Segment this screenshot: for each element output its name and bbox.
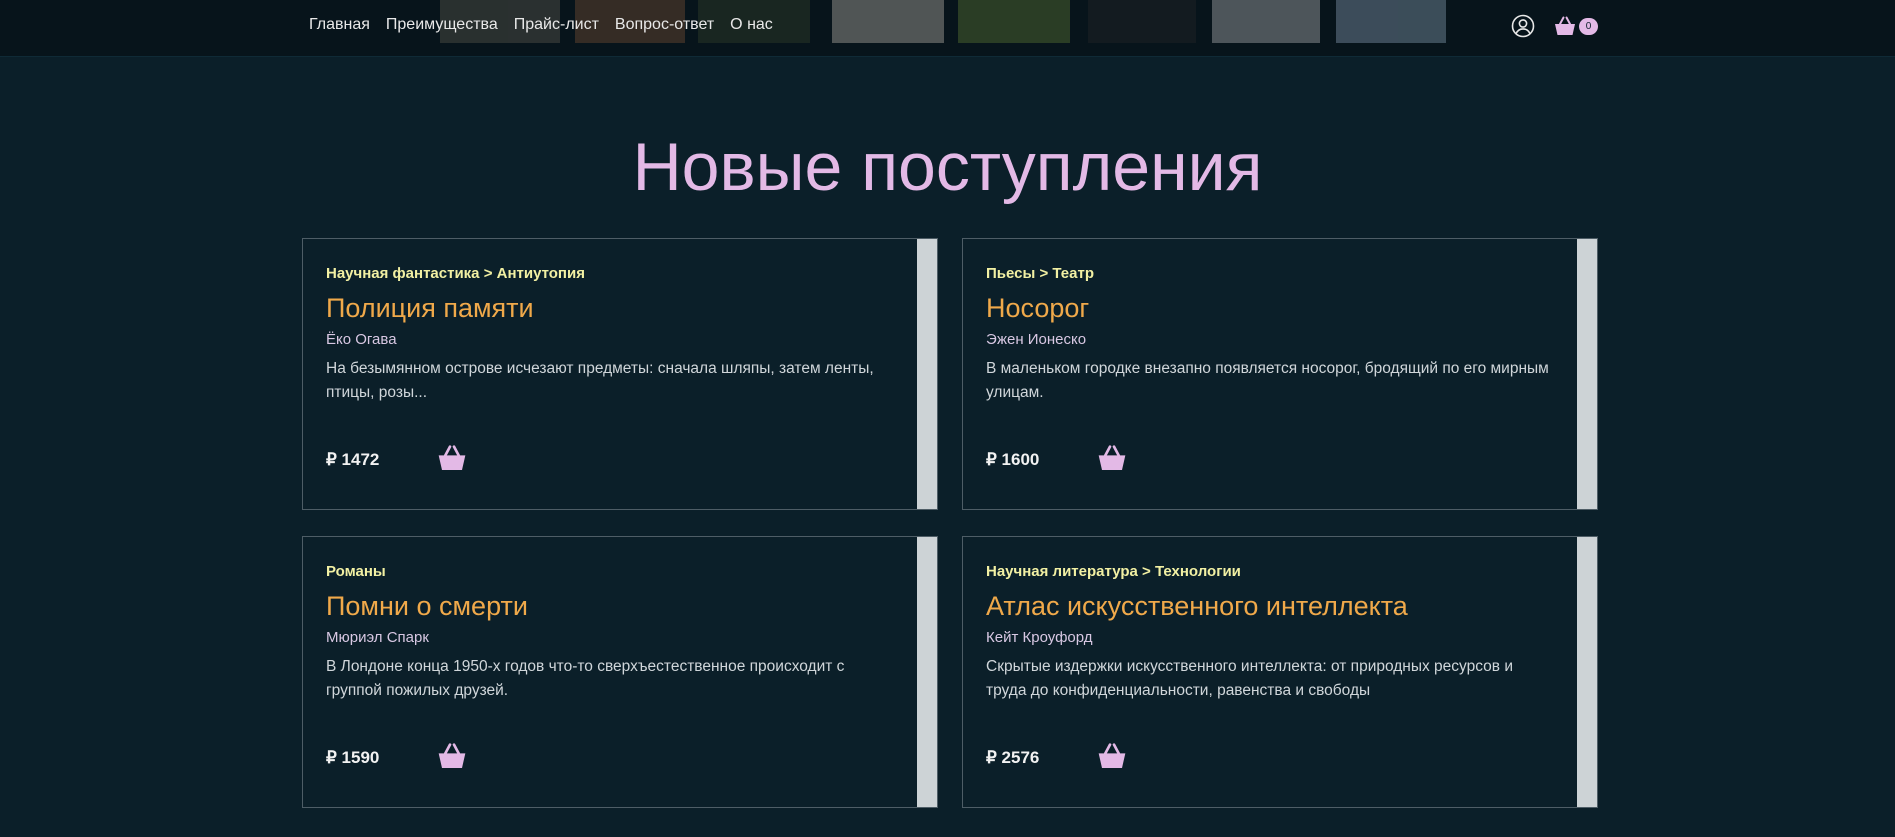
book-description: На безымянном острове исчезают предметы:… — [326, 360, 874, 401]
book-author: Ёко Огава — [326, 331, 397, 348]
nav-item-advantages[interactable]: Преимущества — [386, 16, 498, 34]
book-cover-thumbnail — [1212, 0, 1320, 43]
basket-icon — [438, 445, 466, 470]
cart-count-badge: 0 — [1579, 18, 1598, 35]
basket-icon — [438, 743, 466, 768]
basket-icon — [1555, 16, 1575, 35]
book-author: Эжен Ионеско — [986, 331, 1087, 348]
add-to-cart-button[interactable] — [436, 740, 468, 772]
book-description: Скрытые издержки искусственного интеллек… — [986, 658, 1513, 699]
card-scrollbar[interactable] — [1577, 239, 1597, 509]
book-category: Романы — [326, 563, 386, 580]
user-account-button[interactable] — [1511, 14, 1535, 38]
book-cover-thumbnail — [1088, 0, 1196, 43]
card-scrollbar[interactable] — [917, 537, 937, 807]
book-card[interactable]: Пьесы > Театр Носорог Эжен Ионеско В мал… — [962, 238, 1598, 510]
basket-icon — [1098, 743, 1126, 768]
add-to-cart-button[interactable] — [1096, 442, 1128, 474]
book-cover-thumbnail — [1336, 0, 1446, 43]
book-cover-thumbnail — [958, 0, 1070, 43]
page-title: Новые поступления — [632, 129, 1263, 205]
book-title[interactable]: Помни о смерти — [326, 591, 528, 622]
user-icon — [1511, 14, 1535, 38]
site-header: Главная Преимущества Прайс-лист Вопрос-о… — [0, 0, 1895, 57]
book-card[interactable]: Научная литература > Технологии Атлас ис… — [962, 536, 1598, 808]
nav-item-home[interactable]: Главная — [309, 16, 370, 34]
book-card[interactable]: Романы Помни о смерти Мюриэл Спарк В Лон… — [302, 536, 938, 808]
book-cover-thumbnail — [832, 0, 944, 43]
book-description: В маленьком городке внезапно появляется … — [986, 360, 1549, 401]
book-title[interactable]: Носорог — [986, 293, 1089, 324]
book-category: Научная литература > Технологии — [986, 563, 1241, 580]
card-scrollbar[interactable] — [1577, 537, 1597, 807]
book-author: Мюриэл Спарк — [326, 629, 429, 646]
book-price: ₽ 1600 — [986, 450, 1040, 469]
card-scrollbar[interactable] — [917, 239, 937, 509]
add-to-cart-button[interactable] — [436, 442, 468, 474]
cart-button[interactable] — [1553, 14, 1577, 38]
nav-item-price-list[interactable]: Прайс-лист — [514, 16, 599, 34]
main-nav: Главная Преимущества Прайс-лист Вопрос-о… — [309, 16, 789, 34]
book-title[interactable]: Полиция памяти — [326, 293, 534, 324]
book-price: ₽ 2576 — [986, 748, 1040, 767]
book-price: ₽ 1590 — [326, 748, 380, 767]
book-description: В Лондоне конца 1950-х годов что-то свер… — [326, 658, 845, 699]
basket-icon — [1098, 445, 1126, 470]
book-card[interactable]: Научная фантастика > Антиутопия Полиция … — [302, 238, 938, 510]
book-price: ₽ 1472 — [326, 450, 380, 469]
nav-item-about[interactable]: О нас — [730, 16, 773, 34]
book-category: Научная фантастика > Антиутопия — [326, 265, 585, 282]
book-title[interactable]: Атлас искусственного интеллекта — [986, 591, 1408, 622]
nav-item-faq[interactable]: Вопрос-ответ — [615, 16, 714, 34]
book-author: Кейт Кроуфорд — [986, 629, 1093, 646]
add-to-cart-button[interactable] — [1096, 740, 1128, 772]
book-category: Пьесы > Театр — [986, 265, 1095, 282]
